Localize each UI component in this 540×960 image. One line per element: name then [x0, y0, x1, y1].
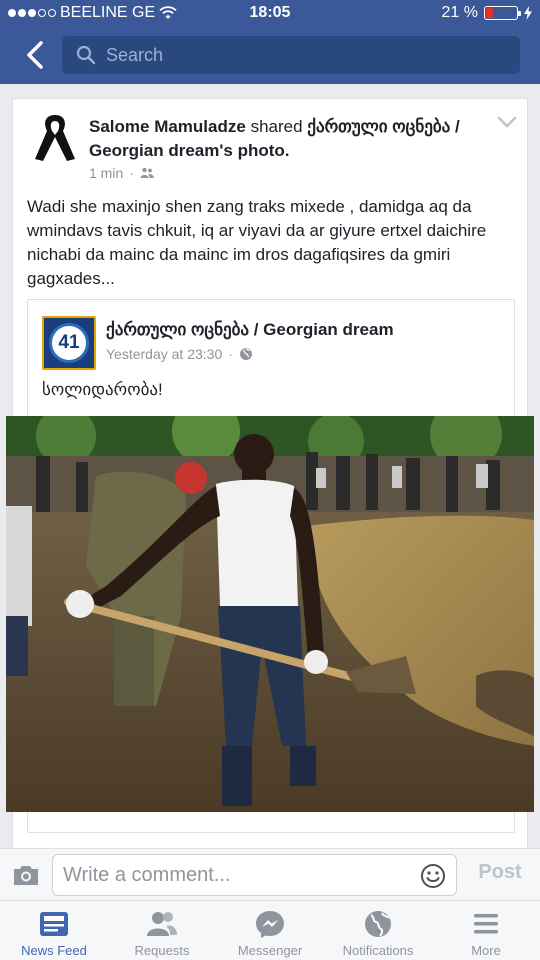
comment-input-box[interactable]: [52, 854, 457, 896]
globe-icon: [365, 911, 391, 937]
battery-icon: [484, 6, 521, 20]
post-options-chevron-icon[interactable]: [497, 115, 517, 129]
post-comment-button[interactable]: Post: [470, 861, 530, 884]
public-globe-icon: [239, 348, 252, 360]
tab-messenger[interactable]: Messenger: [216, 901, 324, 960]
messenger-icon: [256, 911, 284, 938]
shared-photo[interactable]: [6, 416, 534, 812]
tab-news-feed[interactable]: News Feed: [0, 901, 108, 960]
post-meta: 1 min ·: [89, 165, 154, 181]
back-arrow-icon: [27, 41, 43, 69]
tab-label: Notifications: [342, 943, 414, 958]
author-name-link[interactable]: Salome Mamuladze: [89, 117, 246, 136]
shared-post-timestamp[interactable]: Yesterday at 23:30: [106, 346, 222, 362]
tab-requests[interactable]: Requests: [108, 901, 216, 960]
search-icon: [76, 45, 96, 65]
battery-percent: 21 %: [441, 4, 478, 21]
menu-icon: [474, 914, 498, 934]
camera-icon[interactable]: [12, 863, 40, 887]
tab-label: Messenger: [237, 943, 303, 958]
news-feed-icon: [40, 912, 68, 936]
comment-bar: Post: [0, 848, 540, 900]
tab-label: News Feed: [21, 943, 87, 958]
charging-bolt-icon: [524, 6, 532, 20]
status-right: 21 %: [442, 4, 532, 22]
post-body-text: Wadi she maxinjo shen zang traks mixede …: [27, 197, 487, 288]
tab-label: Requests: [134, 943, 190, 958]
flood-cleanup-photo-image: [6, 416, 534, 812]
search-box[interactable]: [62, 36, 520, 74]
tab-more[interactable]: More: [432, 901, 540, 960]
friend-requests-icon: [147, 912, 177, 936]
tab-notifications[interactable]: Notifications: [324, 901, 432, 960]
shared-post-meta: Yesterday at 23:30 ·: [106, 346, 253, 362]
emoji-icon[interactable]: [420, 863, 446, 889]
status-bar: BEELINE GE 18:05 21 %: [0, 0, 540, 28]
post-timestamp[interactable]: 1 min: [89, 165, 123, 181]
friends-audience-icon: [140, 167, 154, 178]
top-navigation-bar: BEELINE GE 18:05 21 %: [0, 0, 540, 84]
bottom-tab-bar: News Feed Requests Messenger Notificatio…: [0, 900, 540, 960]
shared-page-name-link[interactable]: ქართული ოცნება / Georgian dream: [106, 320, 394, 340]
tab-label: More: [471, 943, 501, 958]
post-header: Salome Mamuladze shared ქართული ოცნება /…: [89, 115, 479, 163]
page-logo[interactable]: 41: [42, 316, 96, 370]
mourning-ribbon-avatar[interactable]: [29, 111, 81, 167]
page-logo-number: 41: [49, 323, 89, 363]
back-button[interactable]: [20, 38, 50, 72]
battery-level-fill: [486, 8, 493, 18]
source-suffix: 's photo.: [219, 141, 290, 160]
share-action-text: shared: [250, 117, 303, 136]
search-input[interactable]: [106, 44, 486, 66]
comment-input[interactable]: [63, 863, 403, 887]
shared-post-text: სოლიდარობა!: [42, 380, 163, 399]
